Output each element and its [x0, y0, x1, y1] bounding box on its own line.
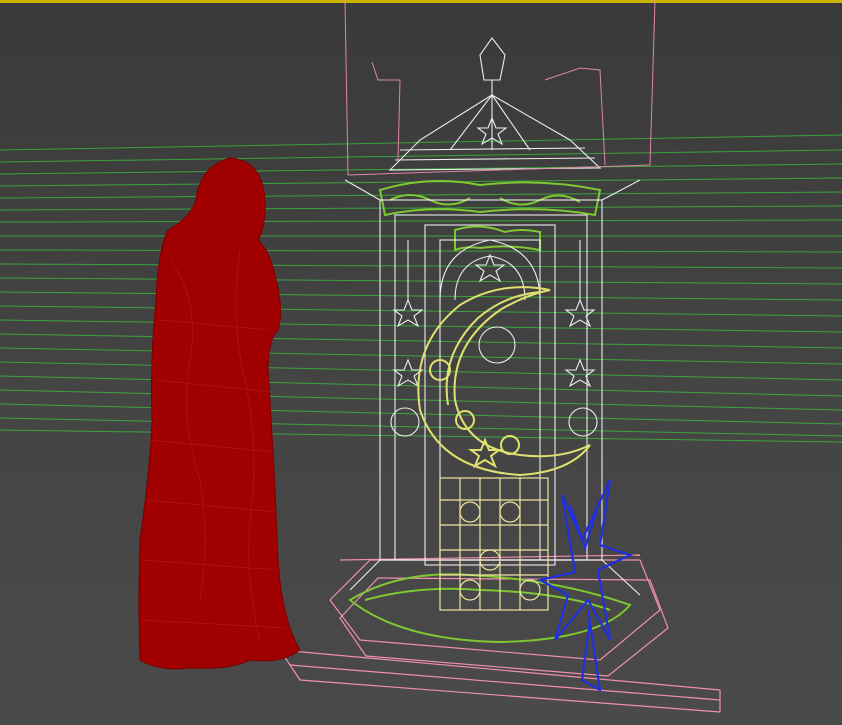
crescent-moon-ornament	[417, 286, 591, 477]
human-figure-wireframe	[138, 157, 301, 670]
viewport-scene[interactable]	[0, 0, 842, 725]
3d-wireframe-viewport[interactable]	[0, 0, 842, 725]
green-filigree-ornaments	[348, 180, 632, 644]
